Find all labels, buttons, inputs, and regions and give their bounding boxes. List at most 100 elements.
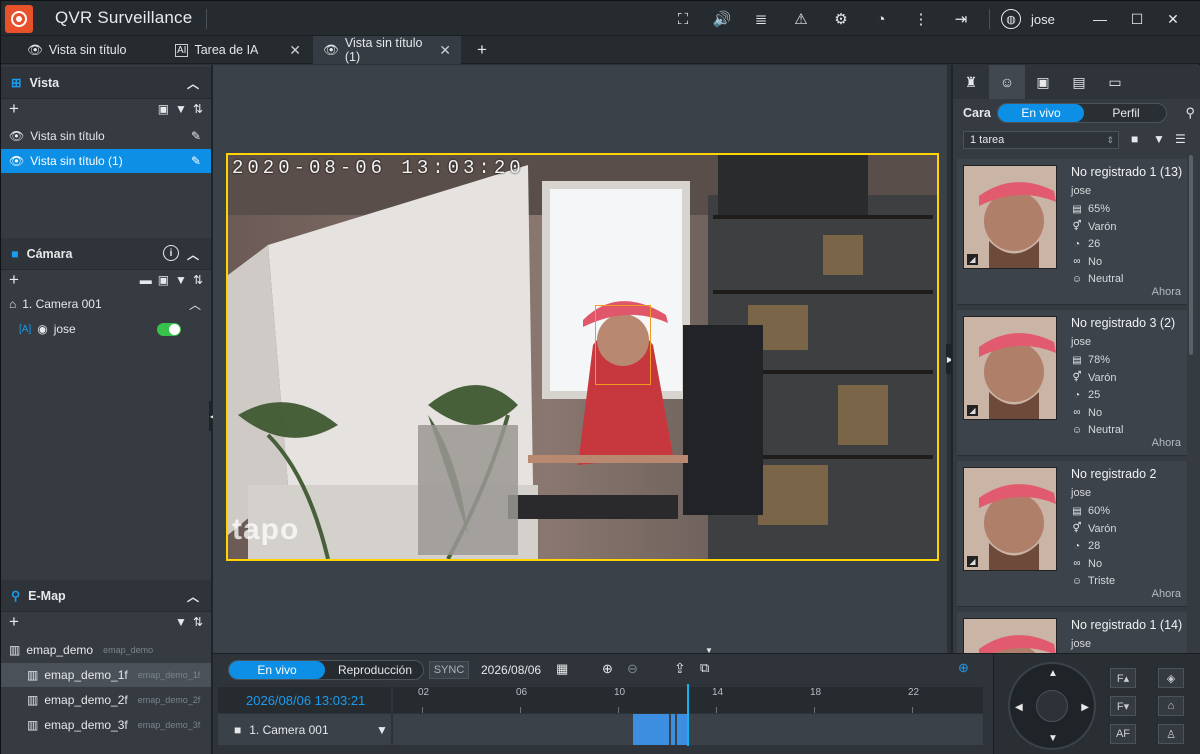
- close-tab-icon[interactable]: ✕: [439, 42, 451, 59]
- gear-icon[interactable]: ⚙: [831, 9, 851, 29]
- home-icon[interactable]: ⌂: [1158, 696, 1184, 716]
- tab-vista-sin-titulo-1[interactable]: 👁 Vista sin título (1) ✕: [313, 36, 461, 64]
- filter-icon[interactable]: ▼: [175, 102, 187, 116]
- tracker-toggle[interactable]: [157, 322, 181, 336]
- sort-icon[interactable]: ⇅: [193, 273, 203, 287]
- sort-icon[interactable]: ⇅: [193, 615, 203, 629]
- user-menu[interactable]: ◍ jose: [1001, 7, 1055, 31]
- arrow-right-icon[interactable]: ▶: [1081, 702, 1089, 713]
- filter-icon[interactable]: ▼: [175, 273, 187, 287]
- add-tab-button[interactable]: +: [467, 36, 497, 64]
- snapshot-icon[interactable]: ⧉: [700, 660, 709, 676]
- chevron-up-icon[interactable]: ︿: [187, 246, 199, 263]
- filter-icon[interactable]: ▼: [175, 615, 187, 629]
- edit-icon[interactable]: ✎: [191, 129, 201, 143]
- alarm-icon[interactable]: ⚠: [791, 9, 811, 29]
- ptz-center-button[interactable]: [1036, 690, 1068, 722]
- autofocus-button[interactable]: AF: [1110, 724, 1136, 744]
- profile-mode-button[interactable]: Perfil: [1084, 104, 1168, 122]
- face-tracker-item[interactable]: [A] ◉ jose: [1, 317, 211, 341]
- expand-icon[interactable]: ◢: [967, 254, 978, 265]
- info-icon[interactable]: i: [163, 245, 179, 261]
- filter-icon[interactable]: ▼: [376, 723, 388, 737]
- face-thumbnail[interactable]: ◢: [963, 165, 1057, 269]
- face-card[interactable]: ◢ No registrado 2 jose ▤ 60% ⚥ Varón ◔ 28 ∞ No ☺ Tri…: [957, 461, 1187, 607]
- face-card[interactable]: ◢ No registrado 3 (2) jose ▤ 78% ⚥ Varón ◔ 25 ∞ No…: [957, 310, 1187, 456]
- fullscreen-icon[interactable]: ⛶: [673, 9, 693, 29]
- layers-icon[interactable]: ≣: [751, 9, 771, 29]
- face-card[interactable]: ◢ No registrado 1 (13) jose ▤ 65% ⚥ Varón ◔ 26 ∞ N…: [957, 159, 1187, 305]
- arrow-left-icon[interactable]: ◀: [1015, 702, 1023, 713]
- focus-far-button[interactable]: F▴: [1110, 668, 1136, 688]
- chevron-up-icon[interactable]: ︿: [189, 296, 201, 313]
- layout-icon[interactable]: ▣: [158, 273, 169, 287]
- maximize-icon[interactable]: ☐: [1127, 9, 1147, 29]
- sort-icon[interactable]: ⇅: [193, 102, 203, 116]
- emap-item-selected[interactable]: ▥ emap_demo_1f emap_demo_1f: [1, 663, 211, 687]
- timeline-date[interactable]: 2026/08/06: [481, 663, 541, 677]
- alarm-light-icon[interactable]: ♜: [953, 65, 989, 99]
- gauge-icon[interactable]: ◔: [871, 9, 891, 29]
- video-camera-icon[interactable]: ■: [1131, 132, 1138, 146]
- recording-segment[interactable]: [671, 714, 675, 745]
- timeline-datetime: 2026/08/06 13:03:21: [218, 687, 391, 713]
- view-item-selected[interactable]: 👁 Vista sin título (1) ✎: [1, 149, 211, 173]
- sync-button[interactable]: SYNC: [429, 661, 469, 679]
- settings-sliders-icon[interactable]: ☰: [1175, 132, 1186, 146]
- add-map-icon[interactable]: +: [9, 612, 19, 632]
- timeline-cursor[interactable]: [687, 684, 689, 746]
- emap-item[interactable]: ▥ emap_demo_2f emap_demo_2f: [1, 688, 211, 712]
- logout-icon[interactable]: ⇥: [951, 9, 971, 29]
- camera-live-view[interactable]: 2020-08-06 13:03:20 tapo: [226, 153, 939, 561]
- face-thumbnail[interactable]: ◢: [963, 316, 1057, 420]
- face-tab-icon[interactable]: ☺: [989, 65, 1025, 99]
- view-item[interactable]: 👁 Vista sin título ✎: [1, 124, 211, 148]
- ptz-joystick[interactable]: ▲ ▼ ◀ ▶: [1008, 662, 1096, 750]
- image-tab-icon[interactable]: ▭: [1097, 65, 1133, 99]
- speaker-icon[interactable]: 🔊: [712, 9, 732, 29]
- expand-icon[interactable]: ◢: [967, 405, 978, 416]
- camara-section-header[interactable]: ■ Cámara i ︿: [1, 238, 211, 270]
- face-thumbnail[interactable]: ◢: [963, 467, 1057, 571]
- arrow-down-icon[interactable]: ▼: [1048, 733, 1058, 744]
- folder-icon[interactable]: ▬: [140, 273, 152, 287]
- chevron-up-icon[interactable]: ︿: [187, 588, 199, 605]
- close-tab-icon[interactable]: ✕: [289, 42, 301, 59]
- live-button[interactable]: En vivo: [229, 661, 325, 679]
- emap-root-item[interactable]: ▥ emap_demo emap_demo: [1, 638, 211, 662]
- document-tab-icon[interactable]: ▤: [1061, 65, 1097, 99]
- scrollbar-thumb[interactable]: [1189, 155, 1193, 355]
- playback-button[interactable]: Reproducción: [325, 661, 425, 679]
- layout-icon[interactable]: ▣: [158, 102, 169, 116]
- globe-icon[interactable]: ⊕: [958, 660, 969, 676]
- live-mode-button[interactable]: En vivo: [998, 104, 1084, 122]
- vista-section-header[interactable]: ⊞ Vista ︿: [1, 67, 211, 99]
- recording-segment[interactable]: [633, 714, 669, 745]
- minimize-icon[interactable]: —: [1090, 9, 1110, 29]
- export-icon[interactable]: ⇪: [674, 660, 686, 677]
- task-select[interactable]: 1 tarea ⇕: [963, 131, 1119, 149]
- focus-near-button[interactable]: F▾: [1110, 696, 1136, 716]
- search-icon[interactable]: ⚲: [1185, 105, 1195, 121]
- add-camera-icon[interactable]: +: [9, 270, 19, 290]
- emap-section-header[interactable]: ⚲ E-Map ︿: [1, 580, 211, 612]
- expand-icon[interactable]: ◢: [967, 556, 978, 567]
- plate-tab-icon[interactable]: ▣: [1025, 65, 1061, 99]
- camera-item[interactable]: ⌂ 1. Camera 001 ︿: [1, 292, 211, 316]
- add-view-icon[interactable]: +: [9, 99, 19, 119]
- emap-item[interactable]: ▥ emap_demo_3f emap_demo_3f: [1, 713, 211, 737]
- zoom-out-icon[interactable]: ⊖: [627, 661, 638, 677]
- calendar-icon[interactable]: ▦: [556, 661, 568, 677]
- edit-icon[interactable]: ✎: [191, 154, 201, 168]
- tab-vista-sin-titulo[interactable]: 👁 Vista sin título: [17, 36, 159, 64]
- zoom-in-icon[interactable]: ⊕: [602, 661, 613, 677]
- arrow-up-icon[interactable]: ▲: [1048, 668, 1058, 679]
- filter-icon[interactable]: ▼: [1153, 132, 1165, 146]
- patrol-icon[interactable]: ♙: [1158, 724, 1184, 744]
- more-vertical-icon[interactable]: ⋮: [911, 9, 931, 29]
- preset-icon[interactable]: ◈: [1158, 668, 1184, 688]
- attr-value: Varón: [1088, 371, 1117, 384]
- chevron-up-icon[interactable]: ︿: [187, 75, 199, 92]
- tab-tarea-de-ia[interactable]: AI Tarea de IA ✕: [165, 36, 311, 64]
- close-icon[interactable]: ✕: [1163, 9, 1183, 29]
